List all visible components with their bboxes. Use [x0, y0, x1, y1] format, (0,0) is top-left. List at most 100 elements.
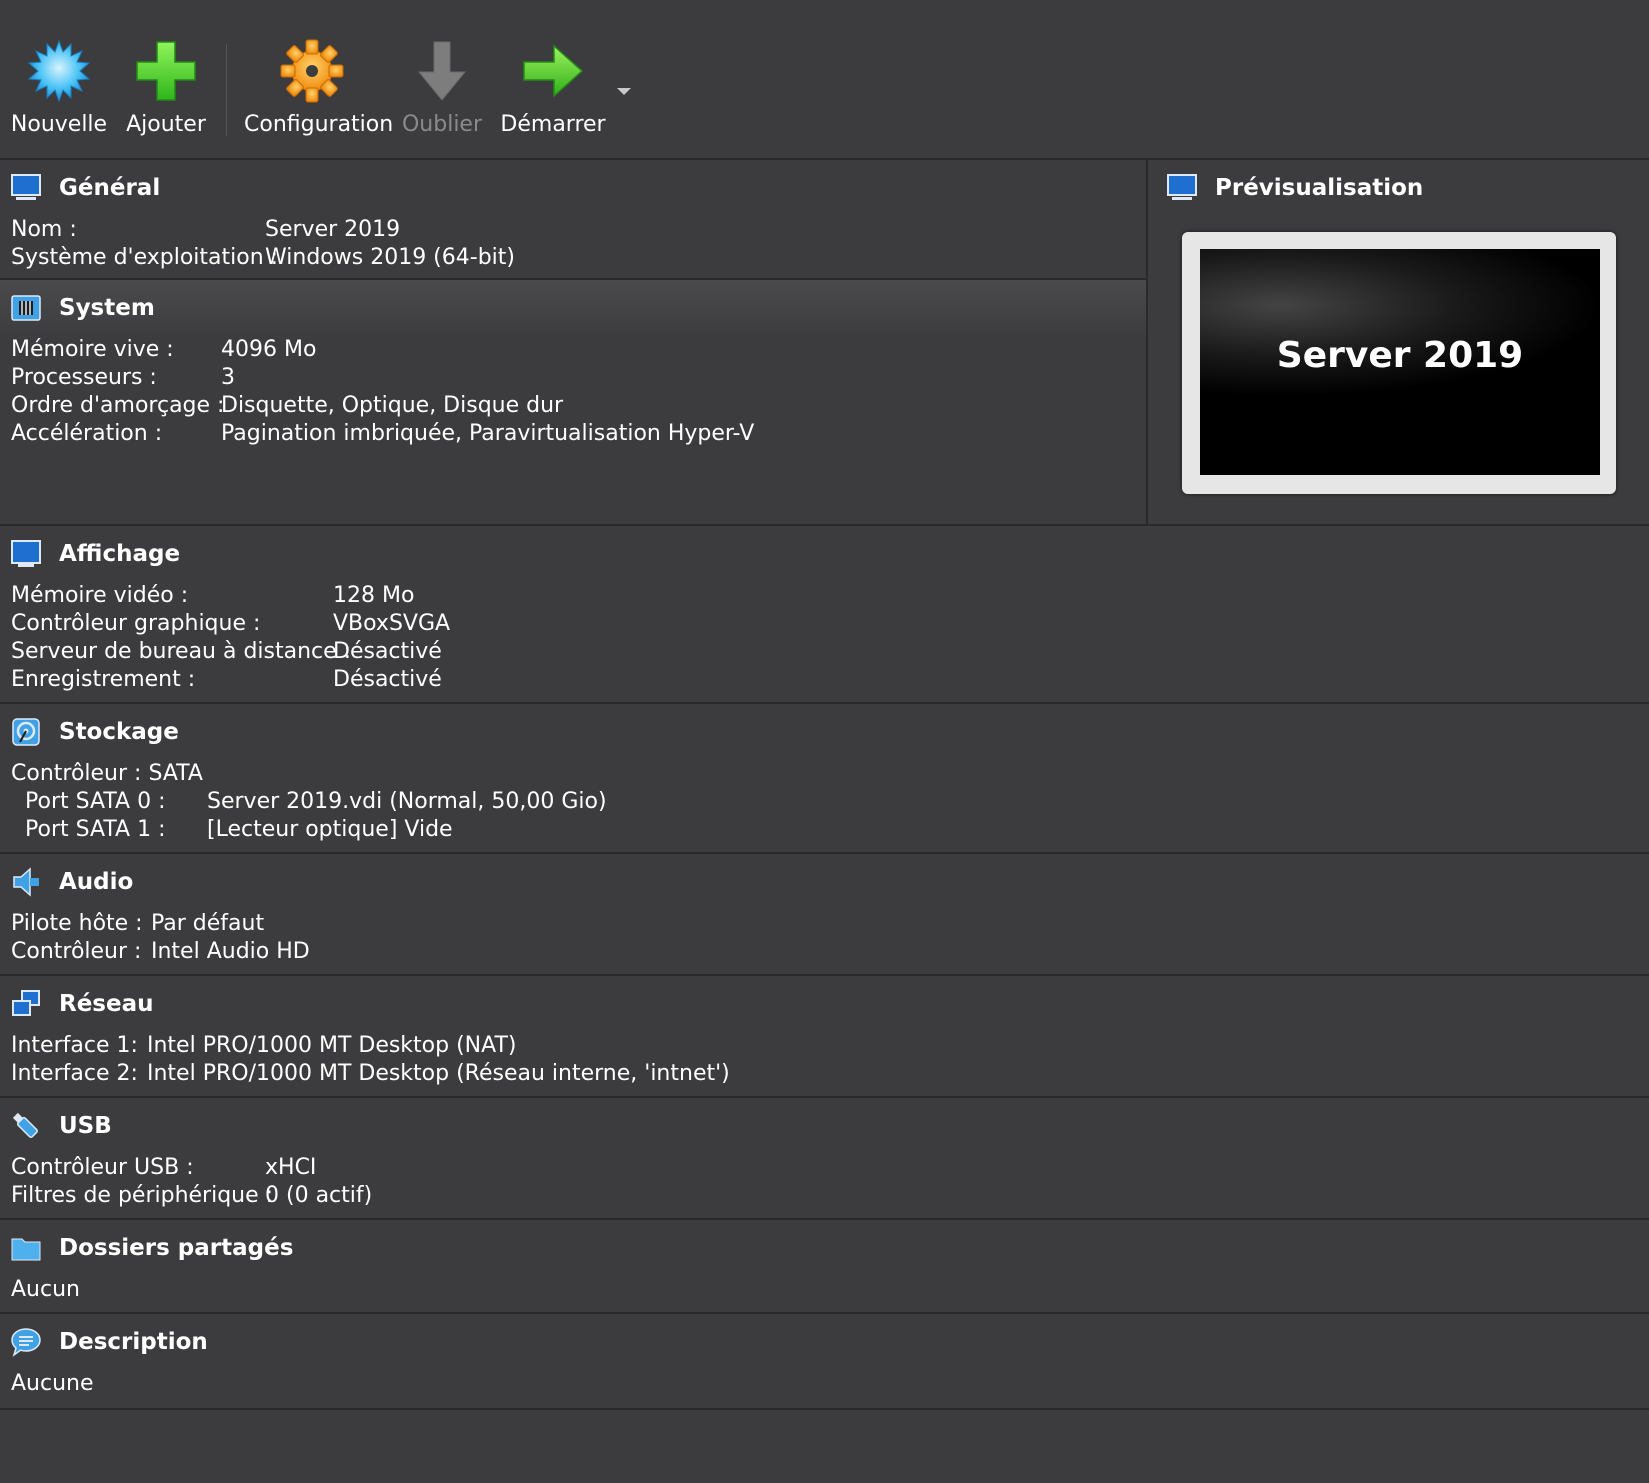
- down-arrow-icon: [417, 41, 467, 101]
- start-dropdown-arrow-icon[interactable]: [614, 84, 634, 98]
- display-header: Affichage: [10, 536, 180, 572]
- toolbar: Nouvelle Ajouter Configuration Oublier D…: [0, 0, 1649, 158]
- folder-icon: [11, 1238, 41, 1261]
- shared-folders-section: Dossiers partagés Aucun: [0, 1218, 1649, 1314]
- system-ram-key: Mémoire vive :: [11, 337, 174, 362]
- audio-title: Audio: [59, 869, 134, 895]
- chip-icon: [11, 295, 41, 321]
- usb-header: USB: [10, 1108, 112, 1144]
- display-vram-key: Mémoire vidéo :: [11, 583, 189, 608]
- gear-icon: [280, 39, 344, 103]
- general-name-value: Server 2019: [265, 217, 401, 242]
- settings-button[interactable]: Configuration: [244, 34, 394, 144]
- shared-folders-header: Dossiers partagés: [10, 1230, 293, 1266]
- start-button-label: Démarrer: [500, 112, 606, 137]
- general-section: Général Nom : Server 2019 Système d'explo…: [0, 158, 1146, 280]
- preview-panel: Prévisualisation Server 2019: [1146, 158, 1649, 526]
- discard-button[interactable]: Oublier: [398, 34, 486, 144]
- network-section: Réseau Interface 1: Intel PRO/1000 MT Des…: [0, 974, 1649, 1098]
- display-section: Affichage Mémoire vidéo : 128 Mo Contrôle…: [0, 524, 1649, 704]
- preview-header: Prévisualisation: [1166, 170, 1423, 206]
- network-if1-value: Intel PRO/1000 MT Desktop (NAT): [147, 1033, 517, 1058]
- display-rdp-key: Serveur de bureau à distance :: [11, 639, 352, 664]
- network-title: Réseau: [59, 991, 154, 1017]
- description-header: Description: [10, 1324, 208, 1360]
- audio-header: Audio: [10, 864, 133, 900]
- new-button[interactable]: Nouvelle: [10, 34, 108, 144]
- audio-host-value: Par défaut: [151, 911, 265, 936]
- description-value: Aucune: [11, 1371, 94, 1396]
- storage-controller-label: Contrôleur : SATA: [11, 761, 203, 786]
- preview-frame: Server 2019: [1182, 232, 1616, 494]
- add-button-label: Ajouter: [126, 112, 206, 137]
- audio-section: Audio Pilote hôte : Par défaut Contrôleur…: [0, 852, 1649, 976]
- system-section: System Mémoire vive : 4096 Mo Processeurs…: [0, 278, 1146, 526]
- discard-button-label: Oublier: [401, 112, 483, 137]
- display-recording-value: Désactivé: [333, 667, 442, 692]
- monitor-icon: [11, 174, 41, 200]
- preview-screen: Server 2019: [1200, 249, 1600, 475]
- network-if1-key: Interface 1:: [11, 1033, 138, 1058]
- shared-folders-title: Dossiers partagés: [59, 1235, 294, 1261]
- start-button[interactable]: Démarrer: [498, 34, 608, 144]
- storage-port1-key: Port SATA 1 :: [25, 817, 166, 842]
- general-name-key: Nom :: [11, 217, 77, 242]
- general-os-value: Windows 2019 (64-bit): [265, 245, 515, 270]
- system-cpu-value: 3: [221, 365, 235, 390]
- add-button[interactable]: Ajouter: [118, 34, 214, 144]
- storage-port0-value: Server 2019.vdi (Normal, 50,00 Gio): [207, 789, 607, 814]
- right-arrow-icon: [523, 44, 584, 98]
- preview-title: Prévisualisation: [1215, 175, 1424, 201]
- system-cpu-key: Processeurs :: [11, 365, 157, 390]
- usb-title: USB: [59, 1113, 112, 1139]
- usb-controller-value: xHCI: [265, 1155, 317, 1180]
- display-controller-key: Contrôleur graphique :: [11, 611, 261, 636]
- storage-header: Stockage: [10, 714, 179, 750]
- system-accel-value: Pagination imbriquée, Paravirtualisation…: [221, 421, 755, 446]
- disk-icon: [12, 718, 40, 746]
- system-header: System: [10, 290, 155, 326]
- network-if2-key: Interface 2:: [11, 1061, 138, 1086]
- shared-folders-value: Aucun: [11, 1277, 80, 1302]
- system-boot-value: Disquette, Optique, Disque dur: [221, 393, 564, 418]
- display-recording-key: Enregistrement :: [11, 667, 196, 692]
- description-title: Description: [59, 1329, 208, 1355]
- display-controller-value: VBoxSVGA: [333, 611, 451, 636]
- network-header: Réseau: [10, 986, 154, 1022]
- audio-host-key: Pilote hôte :: [11, 911, 143, 936]
- system-title: System: [59, 295, 155, 321]
- toolbar-separator: [226, 44, 227, 136]
- audio-controller-key: Contrôleur :: [11, 939, 142, 964]
- system-boot-key: Ordre d'amorçage :: [11, 393, 225, 418]
- details-bottom-area: [0, 1408, 1649, 1483]
- starburst-icon: [27, 39, 91, 103]
- general-os-key: Système d'exploitation :: [11, 245, 279, 270]
- settings-button-label: Configuration: [244, 112, 394, 137]
- new-button-label: Nouvelle: [10, 112, 108, 137]
- storage-port0-key: Port SATA 0 :: [25, 789, 166, 814]
- storage-port1-value: [Lecteur optique] Vide: [207, 817, 453, 842]
- preview-screen-text: Server 2019: [1276, 335, 1524, 376]
- usb-section: USB Contrôleur USB : xHCI Filtres de péri…: [0, 1096, 1649, 1220]
- display-rdp-value: Désactivé: [333, 639, 442, 664]
- display-title: Affichage: [59, 541, 181, 567]
- usb-plug-icon: [12, 1112, 38, 1138]
- network-icon: [12, 990, 40, 1016]
- system-accel-key: Accélération :: [11, 421, 163, 446]
- speaker-icon: [13, 867, 39, 897]
- usb-controller-key: Contrôleur USB :: [11, 1155, 194, 1180]
- network-if2-value: Intel PRO/1000 MT Desktop (Réseau intern…: [147, 1061, 730, 1086]
- general-header: Général: [10, 170, 160, 206]
- plus-icon: [136, 41, 196, 101]
- storage-section: Stockage Contrôleur : SATA Port SATA 0 :…: [0, 702, 1649, 854]
- description-section: Description Aucune: [0, 1312, 1649, 1410]
- system-ram-value: 4096 Mo: [221, 337, 317, 362]
- usb-filters-value: 0 (0 actif): [265, 1183, 373, 1208]
- audio-controller-value: Intel Audio HD: [151, 939, 310, 964]
- storage-title: Stockage: [59, 719, 179, 745]
- usb-filters-key: Filtres de périphérique :: [11, 1183, 274, 1208]
- speech-bubble-icon: [11, 1328, 41, 1357]
- display-monitor-icon: [11, 540, 41, 567]
- monitor-icon: [1167, 174, 1197, 200]
- display-vram-value: 128 Mo: [333, 583, 415, 608]
